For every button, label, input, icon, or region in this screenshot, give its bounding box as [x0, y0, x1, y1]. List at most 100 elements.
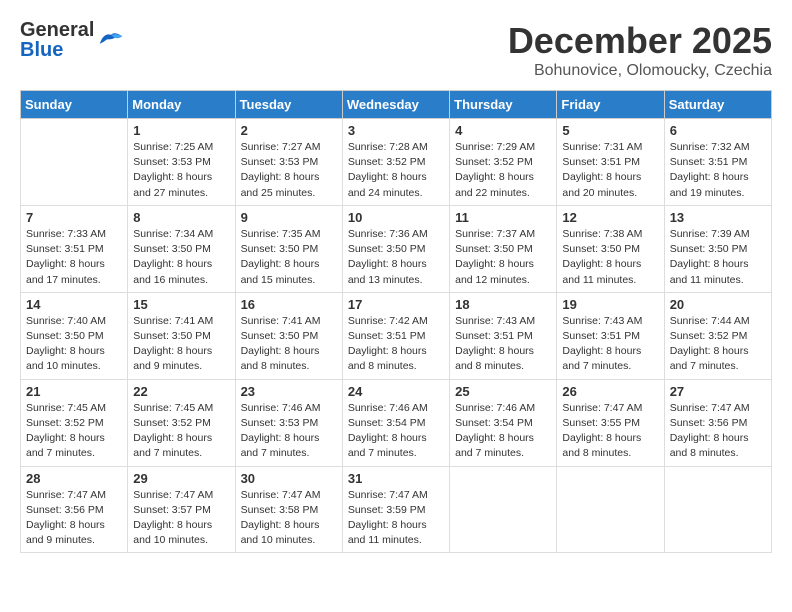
calendar-cell: 14 Sunrise: 7:40 AM Sunset: 3:50 PM Dayli…	[21, 292, 128, 379]
location: Bohunovice, Olomoucky, Czechia	[508, 62, 772, 80]
calendar-cell: 18 Sunrise: 7:43 AM Sunset: 3:51 PM Dayli…	[450, 292, 557, 379]
column-header-tuesday: Tuesday	[235, 91, 342, 119]
day-info: Sunrise: 7:32 AM Sunset: 3:51 PM Dayligh…	[670, 140, 766, 201]
day-info: Sunrise: 7:44 AM Sunset: 3:52 PM Dayligh…	[670, 314, 766, 375]
day-info: Sunrise: 7:47 AM Sunset: 3:58 PM Dayligh…	[241, 488, 337, 549]
day-number: 11	[455, 210, 551, 225]
day-number: 19	[562, 297, 658, 312]
day-info: Sunrise: 7:47 AM Sunset: 3:56 PM Dayligh…	[670, 401, 766, 462]
day-info: Sunrise: 7:38 AM Sunset: 3:50 PM Dayligh…	[562, 227, 658, 288]
column-header-monday: Monday	[128, 91, 235, 119]
calendar-cell: 6 Sunrise: 7:32 AM Sunset: 3:51 PM Daylig…	[664, 119, 771, 206]
calendar-week-row: 14 Sunrise: 7:40 AM Sunset: 3:50 PM Dayli…	[21, 292, 772, 379]
day-number: 4	[455, 123, 551, 138]
day-info: Sunrise: 7:31 AM Sunset: 3:51 PM Dayligh…	[562, 140, 658, 201]
column-header-thursday: Thursday	[450, 91, 557, 119]
title-area: December 2025 Bohunovice, Olomoucky, Cze…	[508, 20, 772, 80]
day-info: Sunrise: 7:47 AM Sunset: 3:57 PM Dayligh…	[133, 488, 229, 549]
day-info: Sunrise: 7:36 AM Sunset: 3:50 PM Dayligh…	[348, 227, 444, 288]
calendar-cell: 31Sunrise: 7:47 AM Sunset: 3:59 PM Dayli…	[342, 466, 449, 553]
day-info: Sunrise: 7:45 AM Sunset: 3:52 PM Dayligh…	[26, 401, 122, 462]
calendar-cell: 27 Sunrise: 7:47 AM Sunset: 3:56 PM Dayli…	[664, 379, 771, 466]
day-number: 16	[241, 297, 337, 312]
day-number: 27	[670, 384, 766, 399]
calendar-cell: 17Sunrise: 7:42 AM Sunset: 3:51 PM Dayli…	[342, 292, 449, 379]
calendar-cell: 24Sunrise: 7:46 AM Sunset: 3:54 PM Dayli…	[342, 379, 449, 466]
column-header-friday: Friday	[557, 91, 664, 119]
calendar-cell: 16 Sunrise: 7:41 AM Sunset: 3:50 PM Dayli…	[235, 292, 342, 379]
day-number: 12	[562, 210, 658, 225]
calendar-cell: 15 Sunrise: 7:41 AM Sunset: 3:50 PM Dayli…	[128, 292, 235, 379]
day-number: 1	[133, 123, 229, 138]
calendar-cell: 26 Sunrise: 7:47 AM Sunset: 3:55 PM Dayli…	[557, 379, 664, 466]
day-number: 10	[348, 210, 444, 225]
calendar-cell: 4 Sunrise: 7:29 AM Sunset: 3:52 PM Daylig…	[450, 119, 557, 206]
day-number: 14	[26, 297, 122, 312]
calendar-week-row: 7Sunrise: 7:33 AM Sunset: 3:51 PM Daylig…	[21, 205, 772, 292]
day-info: Sunrise: 7:37 AM Sunset: 3:50 PM Dayligh…	[455, 227, 551, 288]
day-number: 18	[455, 297, 551, 312]
calendar-table: SundayMondayTuesdayWednesdayThursdayFrid…	[20, 90, 772, 553]
day-info: Sunrise: 7:46 AM Sunset: 3:54 PM Dayligh…	[455, 401, 551, 462]
calendar-cell: 2Sunrise: 7:27 AM Sunset: 3:53 PM Daylig…	[235, 119, 342, 206]
day-info: Sunrise: 7:41 AM Sunset: 3:50 PM Dayligh…	[241, 314, 337, 375]
calendar-cell: 28 Sunrise: 7:47 AM Sunset: 3:56 PM Dayli…	[21, 466, 128, 553]
day-info: Sunrise: 7:39 AM Sunset: 3:50 PM Dayligh…	[670, 227, 766, 288]
day-info: Sunrise: 7:34 AM Sunset: 3:50 PM Dayligh…	[133, 227, 229, 288]
day-number: 24	[348, 384, 444, 399]
day-number: 22	[133, 384, 229, 399]
calendar-cell: 12 Sunrise: 7:38 AM Sunset: 3:50 PM Dayli…	[557, 205, 664, 292]
day-info: Sunrise: 7:47 AM Sunset: 3:55 PM Dayligh…	[562, 401, 658, 462]
day-number: 13	[670, 210, 766, 225]
day-number: 26	[562, 384, 658, 399]
calendar-cell: 3 Sunrise: 7:28 AM Sunset: 3:52 PM Daylig…	[342, 119, 449, 206]
calendar-week-row: 1 Sunrise: 7:25 AM Sunset: 3:53 PM Daylig…	[21, 119, 772, 206]
column-header-sunday: Sunday	[21, 91, 128, 119]
calendar-cell: 7Sunrise: 7:33 AM Sunset: 3:51 PM Daylig…	[21, 205, 128, 292]
day-number: 21	[26, 384, 122, 399]
day-number: 15	[133, 297, 229, 312]
day-number: 2	[241, 123, 337, 138]
day-number: 7	[26, 210, 122, 225]
logo-general-text: General	[20, 20, 94, 40]
calendar-cell: 9Sunrise: 7:35 AM Sunset: 3:50 PM Daylig…	[235, 205, 342, 292]
logo: General Blue	[20, 20, 126, 60]
calendar-cell: 29 Sunrise: 7:47 AM Sunset: 3:57 PM Dayli…	[128, 466, 235, 553]
logo-bird-icon	[96, 28, 126, 52]
day-info: Sunrise: 7:28 AM Sunset: 3:52 PM Dayligh…	[348, 140, 444, 201]
day-info: Sunrise: 7:45 AM Sunset: 3:52 PM Dayligh…	[133, 401, 229, 462]
calendar-cell: 19 Sunrise: 7:43 AM Sunset: 3:51 PM Dayli…	[557, 292, 664, 379]
calendar-cell: 22 Sunrise: 7:45 AM Sunset: 3:52 PM Dayli…	[128, 379, 235, 466]
day-number: 6	[670, 123, 766, 138]
calendar-cell: 20 Sunrise: 7:44 AM Sunset: 3:52 PM Dayli…	[664, 292, 771, 379]
day-info: Sunrise: 7:43 AM Sunset: 3:51 PM Dayligh…	[562, 314, 658, 375]
calendar-cell: 1 Sunrise: 7:25 AM Sunset: 3:53 PM Daylig…	[128, 119, 235, 206]
day-number: 23	[241, 384, 337, 399]
day-number: 29	[133, 471, 229, 486]
calendar-cell: 5 Sunrise: 7:31 AM Sunset: 3:51 PM Daylig…	[557, 119, 664, 206]
day-number: 3	[348, 123, 444, 138]
calendar-cell: 11 Sunrise: 7:37 AM Sunset: 3:50 PM Dayli…	[450, 205, 557, 292]
day-number: 20	[670, 297, 766, 312]
month-title: December 2025	[508, 20, 772, 62]
day-info: Sunrise: 7:47 AM Sunset: 3:59 PM Dayligh…	[348, 488, 444, 549]
day-info: Sunrise: 7:40 AM Sunset: 3:50 PM Dayligh…	[26, 314, 122, 375]
logo-name: General Blue	[20, 20, 94, 60]
day-info: Sunrise: 7:25 AM Sunset: 3:53 PM Dayligh…	[133, 140, 229, 201]
day-number: 17	[348, 297, 444, 312]
day-number: 8	[133, 210, 229, 225]
day-number: 5	[562, 123, 658, 138]
day-info: Sunrise: 7:47 AM Sunset: 3:56 PM Dayligh…	[26, 488, 122, 549]
calendar-cell: 13 Sunrise: 7:39 AM Sunset: 3:50 PM Dayli…	[664, 205, 771, 292]
day-info: Sunrise: 7:43 AM Sunset: 3:51 PM Dayligh…	[455, 314, 551, 375]
column-header-saturday: Saturday	[664, 91, 771, 119]
calendar-cell: 25Sunrise: 7:46 AM Sunset: 3:54 PM Dayli…	[450, 379, 557, 466]
day-info: Sunrise: 7:41 AM Sunset: 3:50 PM Dayligh…	[133, 314, 229, 375]
day-info: Sunrise: 7:29 AM Sunset: 3:52 PM Dayligh…	[455, 140, 551, 201]
calendar-cell: 30 Sunrise: 7:47 AM Sunset: 3:58 PM Dayli…	[235, 466, 342, 553]
column-header-wednesday: Wednesday	[342, 91, 449, 119]
day-number: 28	[26, 471, 122, 486]
day-number: 30	[241, 471, 337, 486]
calendar-header-row: SundayMondayTuesdayWednesdayThursdayFrid…	[21, 91, 772, 119]
calendar-cell	[21, 119, 128, 206]
